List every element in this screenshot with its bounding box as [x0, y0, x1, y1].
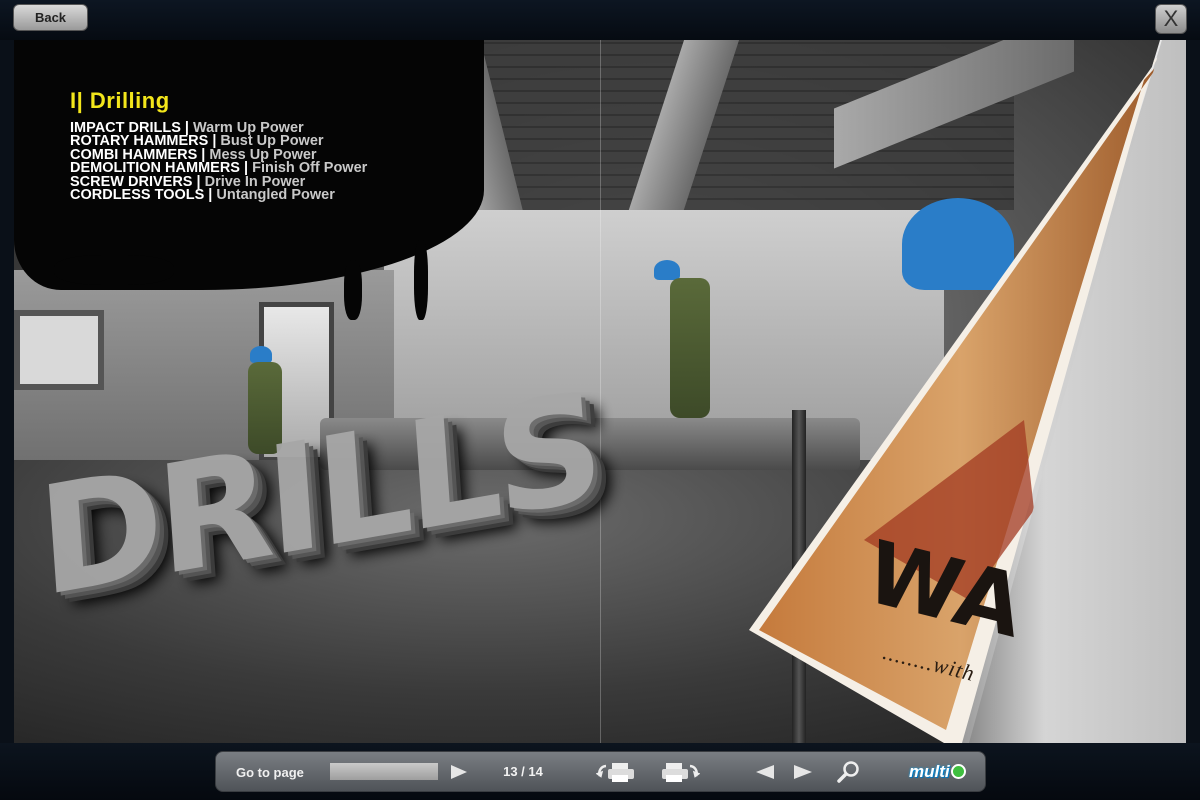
window [14, 310, 104, 390]
go-to-page-label: Go to page [236, 765, 304, 780]
next-page-icon [794, 765, 812, 779]
ink-drip [414, 240, 428, 320]
back-button[interactable]: Back [13, 4, 88, 31]
worker-right [902, 198, 1014, 328]
print-right-page-icon [662, 763, 700, 782]
product-list: IMPACT DRILLS | Warm Up Power ROTARY HAM… [70, 121, 367, 204]
play-arrow-icon [451, 765, 467, 779]
go-to-page-input[interactable] [330, 763, 438, 780]
worker-center [650, 260, 740, 420]
zoom-magnifier-icon [837, 761, 859, 783]
next-page-button[interactable] [792, 763, 814, 781]
magazine-spread[interactable]: I| Drilling IMPACT DRILLS | Warm Up Powe… [14, 40, 1186, 743]
ink-drip [54, 255, 174, 285]
logo-dot-icon [950, 764, 966, 779]
print-left-page-icon [596, 763, 634, 782]
page-fold [600, 40, 601, 743]
section-title: I| Drilling [70, 88, 170, 113]
drill-pole [792, 410, 806, 743]
ink-drip [344, 260, 362, 320]
close-button[interactable]: X [1155, 4, 1187, 34]
go-button[interactable] [448, 763, 470, 781]
previous-page-button[interactable] [754, 763, 776, 781]
list-item: CORDLESS TOOLS | Untangled Power [70, 187, 335, 204]
print-right-page-button[interactable] [658, 760, 700, 784]
previous-page-icon [756, 765, 774, 779]
print-left-page-button[interactable] [596, 760, 638, 784]
page-counter: 13 / 14 [503, 764, 543, 779]
multi-logo[interactable]: multi [909, 762, 966, 782]
top-bar [0, 0, 1200, 40]
zoom-button[interactable] [836, 760, 862, 784]
